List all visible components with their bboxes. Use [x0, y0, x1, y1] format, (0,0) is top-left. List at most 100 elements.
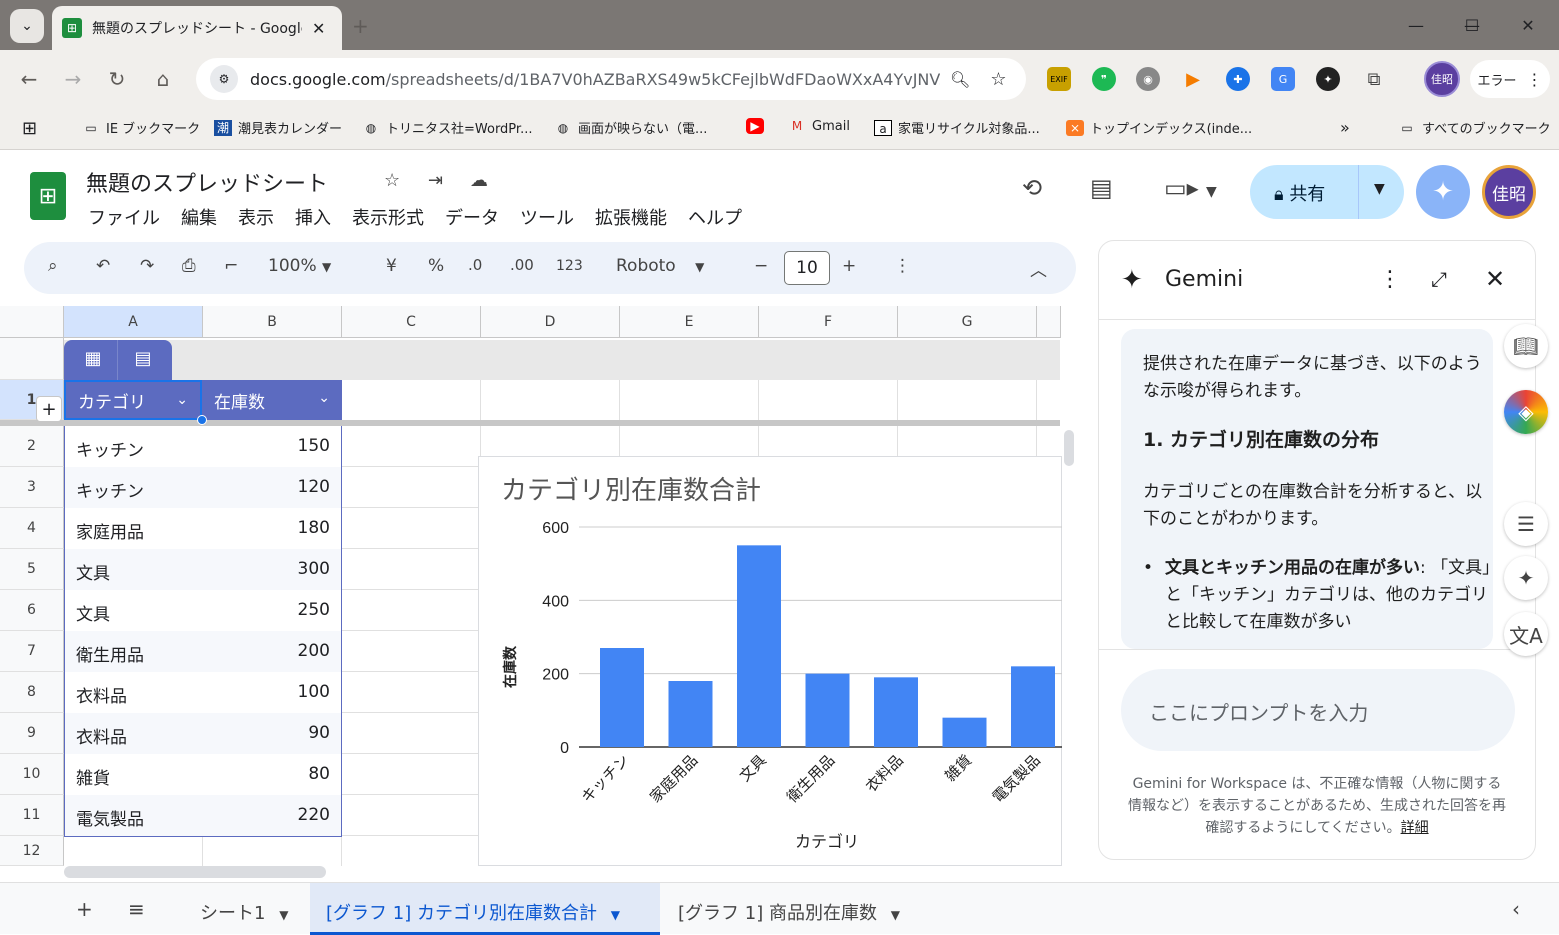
- more-options-icon[interactable]: ⋮: [894, 256, 911, 276]
- row-header[interactable]: 8: [0, 672, 64, 713]
- more-vert-icon[interactable]: ⋮: [1379, 267, 1401, 292]
- sheet-tab-active[interactable]: [グラフ 1] カテゴリ別在庫数合計 ▼: [310, 883, 660, 935]
- scroll-thumb[interactable]: [1064, 430, 1074, 466]
- prompt-input[interactable]: ここにプロンプトを入力: [1121, 669, 1515, 751]
- chart-bar[interactable]: [737, 545, 781, 747]
- expand-icon[interactable]: ⤢: [1431, 267, 1447, 291]
- search-icon[interactable]: ⌕: [48, 256, 58, 276]
- chart-bar[interactable]: [805, 673, 850, 747]
- font-size-increase-icon[interactable]: +: [842, 256, 856, 276]
- exif-extension-icon[interactable]: EXIF: [1047, 67, 1071, 91]
- chart-bar[interactable]: [874, 677, 918, 747]
- menu-help[interactable]: ヘルプ: [688, 204, 742, 230]
- translate-extension-icon[interactable]: G: [1271, 67, 1295, 91]
- gemini-button[interactable]: ✦: [1416, 165, 1470, 219]
- row-header[interactable]: 11: [0, 795, 64, 836]
- vertical-scrollbar[interactable]: [1062, 426, 1076, 866]
- row-header[interactable]: 10: [0, 754, 64, 795]
- percent-button[interactable]: %: [428, 256, 444, 276]
- chart-bar[interactable]: [1011, 666, 1055, 747]
- column-header[interactable]: G: [898, 306, 1037, 338]
- details-link[interactable]: 詳細: [1401, 820, 1429, 836]
- bookmark-item[interactable]: ▭ IE ブックマーク: [82, 118, 200, 138]
- bookmark-item[interactable]: ◍ トリニタス社=WordPr...: [362, 118, 533, 138]
- tab-search-button[interactable]: ⌄: [10, 9, 44, 43]
- all-bookmarks[interactable]: ▭ すべてのブックマーク: [1398, 118, 1550, 138]
- share-dropdown-icon[interactable]: ▼: [1374, 181, 1385, 197]
- paint-format-icon[interactable]: ⌐: [224, 256, 238, 276]
- document-title[interactable]: 無題のスプレッドシート: [86, 166, 328, 198]
- rss-extension-icon[interactable]: ◉: [1136, 67, 1160, 91]
- add-sheet-icon[interactable]: +: [76, 897, 93, 921]
- zoom-select[interactable]: 100% ▼: [268, 256, 331, 276]
- table-header-stock[interactable]: 在庫数 ⌄: [202, 380, 342, 420]
- forward-icon[interactable]: →: [58, 64, 88, 94]
- column-header[interactable]: D: [481, 306, 620, 338]
- chart-bar[interactable]: [668, 681, 713, 747]
- bookmark-star-icon[interactable]: ☆: [990, 69, 1006, 90]
- sheets-logo-icon[interactable]: ⊞: [30, 172, 66, 220]
- more-bookmarks-icon[interactable]: »: [1340, 118, 1350, 137]
- user-avatar[interactable]: 佳昭: [1482, 165, 1536, 219]
- increase-decimal-button[interactable]: .00: [510, 256, 534, 274]
- meet-icon[interactable]: ▭▸: [1164, 174, 1199, 202]
- row-header[interactable]: 12: [0, 836, 64, 866]
- row-header[interactable]: 4: [0, 508, 64, 549]
- move-folder-icon[interactable]: ⇥: [428, 170, 443, 191]
- bookmark-item[interactable]: ▶: [746, 118, 770, 134]
- bookmark-item[interactable]: 潮潮見表カレンダー: [214, 118, 342, 137]
- home-icon[interactable]: ⌂: [148, 64, 178, 94]
- select-all-corner[interactable]: [0, 306, 64, 338]
- bookmark-item[interactable]: ◍ 画面が映らない（電...: [554, 118, 708, 138]
- bookmark-item[interactable]: ⨯ トップインデックス(inde...: [1066, 118, 1252, 137]
- add-row-button[interactable]: +: [36, 396, 62, 422]
- menu-tools[interactable]: ツール: [520, 204, 574, 230]
- row-header[interactable]: 7: [0, 631, 64, 672]
- decrease-decimal-button[interactable]: .0: [468, 256, 482, 274]
- add-on-icon[interactable]: ◈: [1504, 390, 1548, 434]
- menu-view[interactable]: 表示: [238, 204, 274, 230]
- back-icon[interactable]: ←: [14, 64, 44, 94]
- comments-icon[interactable]: ▤: [1090, 174, 1113, 202]
- print-icon[interactable]: ⎙: [182, 256, 196, 276]
- table-icon[interactable]: ▦: [82, 348, 104, 370]
- menu-data[interactable]: データ: [445, 204, 499, 230]
- column-header[interactable]: A: [64, 306, 203, 338]
- site-info-icon[interactable]: ⚙: [210, 65, 238, 93]
- share-button[interactable]: 🔒︎ 共有 ▼: [1250, 165, 1404, 219]
- currency-button[interactable]: ¥: [386, 256, 397, 276]
- meet-dropdown-icon[interactable]: ▼: [1206, 184, 1217, 200]
- menu-extensions[interactable]: 拡張機能: [595, 204, 667, 230]
- chart-bar[interactable]: [600, 648, 644, 747]
- quote-extension-icon[interactable]: ❞: [1092, 67, 1116, 91]
- reload-icon[interactable]: ↻: [102, 64, 132, 94]
- font-size-decrease-icon[interactable]: −: [754, 256, 768, 276]
- sparkle-icon[interactable]: ✦: [1504, 556, 1548, 600]
- menu-edit[interactable]: 編集: [181, 204, 217, 230]
- star-extension-icon[interactable]: ✦: [1316, 67, 1340, 91]
- cloud-status-icon[interactable]: ☁: [470, 170, 488, 191]
- column-header[interactable]: F: [759, 306, 898, 338]
- apps-grid-icon[interactable]: ⊞: [22, 118, 37, 139]
- redo-icon[interactable]: ↷: [140, 256, 154, 276]
- menu-insert[interactable]: 挿入: [295, 204, 331, 230]
- row-header[interactable]: 5: [0, 549, 64, 590]
- chart-bar[interactable]: [942, 717, 987, 747]
- row-header[interactable]: 2: [0, 426, 64, 467]
- table-calculator-icon[interactable]: ▤: [132, 348, 154, 370]
- translate-icon[interactable]: 文A: [1504, 612, 1548, 656]
- bookmark-item[interactable]: M Gmail: [788, 118, 850, 134]
- sheet-tab[interactable]: シート1 ▼: [184, 883, 304, 935]
- menu-file[interactable]: ファイル: [88, 204, 160, 230]
- font-size-input[interactable]: 10: [784, 251, 830, 285]
- spreadsheet-grid[interactable]: A B C D E F G 1 2 3 4 5 6 7 8 9 10 11 12…: [0, 306, 1076, 866]
- profile-avatar[interactable]: 佳昭: [1424, 61, 1460, 97]
- play-extension-icon[interactable]: ▶: [1181, 67, 1205, 91]
- maximize-icon[interactable]: ☐: [1452, 10, 1492, 40]
- column-header[interactable]: B: [203, 306, 342, 338]
- column-header[interactable]: C: [342, 306, 481, 338]
- star-icon[interactable]: ☆: [384, 170, 400, 191]
- column-header[interactable]: E: [620, 306, 759, 338]
- puzzle-extension-icon[interactable]: ✚: [1226, 67, 1250, 91]
- table-header-category[interactable]: カテゴリ ⌄: [64, 380, 202, 420]
